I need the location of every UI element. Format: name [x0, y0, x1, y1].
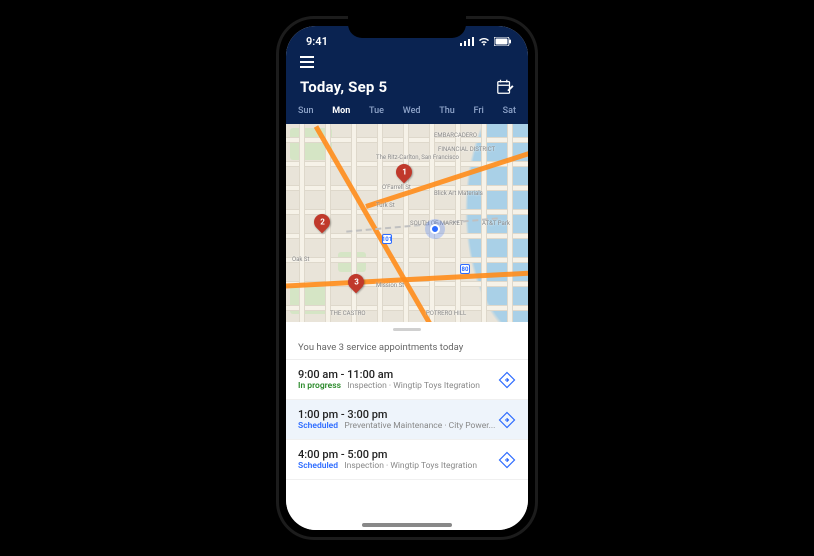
- map-label: The Ritz-Carlton, San Francisco: [376, 154, 459, 161]
- wifi-icon: [478, 37, 490, 46]
- appointment-item[interactable]: 1:00 pm - 3:00 pmScheduled Preventative …: [286, 400, 528, 440]
- map-label: Turk St: [376, 202, 395, 209]
- appointment-time: 9:00 am - 11:00 am: [298, 368, 498, 381]
- map-label: POTRERO HILL: [426, 310, 466, 317]
- directions-icon[interactable]: [498, 451, 516, 469]
- calendar-button[interactable]: [496, 78, 514, 96]
- appointment-item[interactable]: 9:00 am - 11:00 amIn progress Inspection…: [286, 360, 528, 400]
- status-icons: [460, 37, 512, 46]
- cellular-icon: [460, 37, 474, 46]
- map-view[interactable]: EMBARCADERO FINANCIAL DISTRICTThe Ritz-Ca…: [286, 124, 528, 322]
- phone-notch: [348, 16, 466, 38]
- phone-frame: 9:41 Today, Sep 5: [276, 16, 538, 540]
- current-location-icon: [430, 224, 440, 234]
- status-badge: Scheduled: [298, 421, 338, 431]
- map-label: Mission St: [376, 282, 404, 289]
- directions-icon[interactable]: [498, 371, 516, 389]
- map-label: FINANCIAL DISTRICT: [438, 146, 495, 153]
- map-label: EMBARCADERO: [434, 132, 477, 139]
- page-title: Today, Sep 5: [300, 78, 387, 96]
- map-label: Oak St: [292, 256, 309, 263]
- map-label: AT&T Park: [482, 220, 510, 227]
- top-bar: [286, 50, 528, 72]
- battery-icon: [494, 37, 512, 46]
- appointment-time: 4:00 pm - 5:00 pm: [298, 448, 498, 461]
- status-badge: In progress: [298, 381, 341, 391]
- appointment-detail: Scheduled Preventative Maintenance · Cit…: [298, 421, 498, 431]
- menu-button[interactable]: [300, 56, 314, 68]
- map-label: THE CASTRO: [330, 310, 366, 317]
- status-badge: Scheduled: [298, 461, 338, 471]
- appointments-summary: You have 3 service appointments today: [286, 336, 528, 360]
- map-label: Blick Art Materials: [434, 190, 483, 197]
- appointment-detail: Scheduled Inspection · Wingtip Toys Iteg…: [298, 461, 498, 471]
- route-shield-icon: 80: [460, 264, 470, 274]
- day-tab-sun[interactable]: Sun: [298, 106, 313, 116]
- day-selector: Sun Mon Tue Wed Thu Fri Sat: [286, 106, 528, 124]
- home-indicator[interactable]: [362, 523, 452, 527]
- day-tab-thu[interactable]: Thu: [439, 106, 455, 116]
- appointment-time: 1:00 pm - 3:00 pm: [298, 408, 498, 421]
- day-tab-fri[interactable]: Fri: [474, 106, 484, 116]
- appointments-list: 9:00 am - 11:00 amIn progress Inspection…: [286, 360, 528, 530]
- directions-icon[interactable]: [498, 411, 516, 429]
- day-tab-mon[interactable]: Mon: [332, 106, 350, 116]
- day-tab-tue[interactable]: Tue: [369, 106, 384, 116]
- map-pin-3[interactable]: 3: [345, 271, 368, 294]
- status-time: 9:41: [306, 35, 328, 48]
- day-tab-wed[interactable]: Wed: [403, 106, 421, 116]
- appointment-item[interactable]: 4:00 pm - 5:00 pmScheduled Inspection · …: [286, 440, 528, 480]
- screen: 9:41 Today, Sep 5: [286, 26, 528, 530]
- appointment-detail: In progress Inspection · Wingtip Toys It…: [298, 381, 498, 391]
- map-label: O'Farrell St: [382, 184, 411, 191]
- sheet-handle[interactable]: [286, 322, 528, 336]
- day-tab-sat[interactable]: Sat: [503, 106, 516, 116]
- route-shield-icon: 101: [382, 234, 392, 244]
- app-header: 9:41 Today, Sep 5: [286, 26, 528, 124]
